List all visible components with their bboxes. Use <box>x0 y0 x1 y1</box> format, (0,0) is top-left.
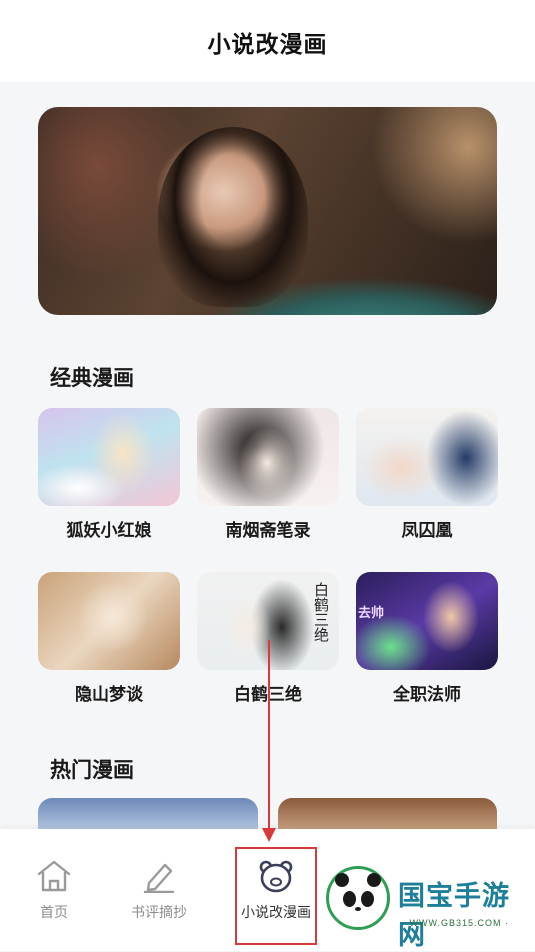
comic-name: 狐妖小红娘 <box>66 521 152 540</box>
comic-name: 凤囚凰 <box>401 521 453 540</box>
watermark: 国宝手游网 · WWW.GB315.COM · <box>318 862 535 951</box>
comic-name: 南烟斋笔录 <box>225 521 311 540</box>
comic-card[interactable]: 狐妖小红娘 <box>38 408 180 541</box>
comic-cover <box>197 408 339 506</box>
cover-calligraphy: 白鹤三绝 <box>312 582 330 642</box>
panda-logo-icon <box>326 866 390 930</box>
watermark-url: · WWW.GB315.COM · <box>402 918 509 928</box>
highlight-box <box>235 847 317 945</box>
watermark-brand: 国宝手游网 <box>398 881 510 950</box>
tab-home-label: 首页 <box>40 904 68 920</box>
annotation-arrow-line <box>268 640 270 832</box>
section-title-hot: 热门漫画 <box>50 759 134 782</box>
top-bar: 小说改漫画 <box>0 0 535 82</box>
home-icon <box>35 859 73 898</box>
cover-neon-text: 去帅 <box>358 605 385 620</box>
banner-figure <box>158 127 308 307</box>
comic-cover: 去帅 <box>356 572 498 670</box>
section-title-classic: 经典漫画 <box>50 367 134 390</box>
page-title: 小说改漫画 <box>207 31 328 57</box>
comic-card[interactable]: 隐山梦谈 <box>38 572 180 705</box>
comic-cover <box>356 408 498 506</box>
pen-icon <box>141 859 177 898</box>
comic-cover <box>38 572 180 670</box>
comic-name: 全职法师 <box>393 685 461 704</box>
banner-image[interactable] <box>38 107 497 315</box>
comic-cover <box>38 408 180 506</box>
comic-card[interactable]: 南烟斋笔录 <box>197 408 339 541</box>
comic-name: 隐山梦谈 <box>75 685 143 704</box>
tab-book-review-label: 书评摘抄 <box>131 904 187 920</box>
comic-card[interactable]: 去帅 全职法师 <box>356 572 498 705</box>
annotation-arrow-head <box>262 828 276 842</box>
comic-card[interactable]: 凤囚凰 <box>356 408 498 541</box>
